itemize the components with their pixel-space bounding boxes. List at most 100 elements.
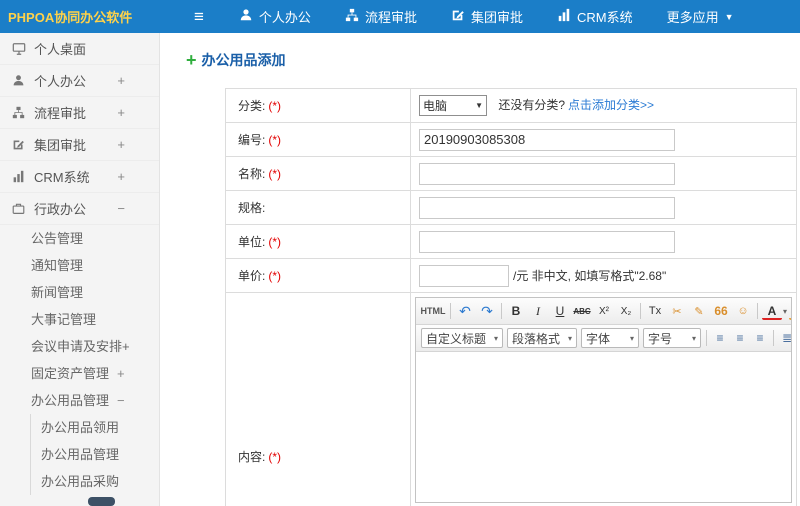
form-row-code: 编号: (*) bbox=[225, 122, 797, 157]
toolbar-separator bbox=[757, 303, 758, 319]
nav-label: 流程审批 bbox=[364, 10, 417, 25]
spec-input[interactable] bbox=[419, 196, 675, 219]
required-mark: (*) bbox=[268, 167, 282, 181]
eraser-icon[interactable]: ✂ bbox=[667, 301, 687, 321]
form-row-content: 内容: (*) HTML ↶ ↷ B I U ABC X² X₂ Tx ✂ ✎ … bbox=[225, 292, 797, 506]
add-category-link[interactable]: 点击添加分类>> bbox=[568, 98, 654, 112]
form-row-unit: 单位: (*) bbox=[225, 224, 797, 259]
toolbar-separator bbox=[640, 303, 641, 319]
bold-icon[interactable]: B bbox=[506, 301, 526, 321]
expand-toggle[interactable]: + bbox=[117, 169, 125, 184]
align-center-icon[interactable]: ≡ bbox=[731, 328, 749, 348]
align-right-icon[interactable]: ≡ bbox=[751, 328, 769, 348]
format-painter-icon[interactable]: ✎ bbox=[689, 301, 709, 321]
sidebar-item-news[interactable]: 新闻管理 bbox=[0, 279, 159, 306]
sidebar-item-label: 个人桌面 bbox=[34, 42, 87, 57]
caret-down-icon: ▾ bbox=[493, 333, 498, 343]
undo-icon[interactable]: ↶ bbox=[455, 301, 475, 321]
caret-down-icon[interactable]: ▾ bbox=[783, 307, 787, 316]
sidebar-item-crm[interactable]: CRM系统 + bbox=[0, 161, 159, 193]
category-hint: 还没有分类? bbox=[498, 97, 566, 112]
sidebar-item-supplies-management[interactable]: 办公用品管理 bbox=[31, 441, 159, 468]
field-label: 编号: bbox=[238, 133, 266, 147]
unit-input[interactable] bbox=[419, 230, 675, 253]
sidebar-item-supplies-requisition[interactable]: 办公用品领用 bbox=[31, 414, 159, 441]
sidebar-item-label: 集团审批 bbox=[34, 138, 87, 153]
custom-title-dropdown[interactable]: 自定义标题 ▾ bbox=[421, 328, 503, 348]
topbar: PHPOA协同办公软件 ≡ 个人办公 流程审批 集团审批 CRM系统 更多应用 … bbox=[0, 0, 800, 33]
nav-more-apps[interactable]: 更多应用 ▼ bbox=[650, 0, 751, 33]
required-mark: (*) bbox=[268, 269, 282, 283]
sidebar-item-group-approval[interactable]: 集团审批 + bbox=[0, 129, 159, 161]
flow-icon bbox=[345, 8, 359, 25]
app-logo[interactable]: PHPOA协同办公软件 bbox=[0, 7, 160, 26]
sidebar-item-fixed-assets[interactable]: 固定资产管理 + bbox=[0, 360, 159, 387]
required-mark: (*) bbox=[268, 133, 282, 147]
page-title-text: 办公用品添加 bbox=[201, 52, 286, 68]
sidebar-item-label: 会议申请及安排+ bbox=[31, 339, 130, 354]
sidebar-item-personal-office[interactable]: 个人办公 + bbox=[0, 65, 159, 97]
editor-content[interactable] bbox=[416, 352, 791, 502]
sidebar-item-memorabilia[interactable]: 大事记管理 bbox=[0, 306, 159, 333]
blockquote-icon[interactable]: 66 bbox=[711, 301, 731, 321]
align-left-icon[interactable]: ≡ bbox=[711, 328, 729, 348]
code-input[interactable] bbox=[419, 128, 675, 151]
sidebar-item-desktop[interactable]: 个人桌面 bbox=[0, 33, 159, 65]
sidebar-item-meetings[interactable]: 会议申请及安排+ bbox=[0, 333, 159, 360]
name-input[interactable] bbox=[419, 162, 675, 185]
collapse-toggle[interactable]: − bbox=[117, 201, 125, 216]
caret-down-icon: ▾ bbox=[567, 333, 572, 343]
font-color-icon[interactable]: A bbox=[762, 304, 782, 320]
ordered-list-icon[interactable]: ≣ bbox=[778, 328, 791, 348]
sidebar-item-label: 行政办公 bbox=[34, 202, 87, 217]
dropdown-label: 段落格式 bbox=[512, 331, 561, 346]
sidebar-item-label: 办公用品管理 bbox=[41, 447, 120, 462]
highlight-color-icon[interactable]: ab bbox=[789, 304, 791, 320]
paragraph-format-dropdown[interactable]: 段落格式 ▾ bbox=[507, 328, 577, 348]
nav-group-approval[interactable]: 集团审批 bbox=[434, 0, 540, 33]
font-family-dropdown[interactable]: 字体 ▾ bbox=[581, 328, 639, 348]
caret-down-icon: ▾ bbox=[691, 333, 696, 343]
strikethrough-icon[interactable]: ABC bbox=[572, 301, 592, 321]
expand-toggle[interactable]: + bbox=[117, 366, 125, 381]
category-select-value: 电脑 bbox=[423, 99, 448, 113]
expand-toggle[interactable]: + bbox=[117, 137, 125, 152]
expand-toggle[interactable]: + bbox=[117, 105, 125, 120]
source-icon[interactable]: HTML bbox=[420, 301, 446, 321]
sidebar-item-flow-approval[interactable]: 流程审批 + bbox=[0, 97, 159, 129]
form-row-category: 分类: (*) 电脑 ▼ 还没有分类? 点击添加分类>> bbox=[225, 88, 797, 123]
nav-label: CRM系统 bbox=[576, 10, 633, 25]
sidebar-item-label: 流程审批 bbox=[34, 106, 87, 121]
sidebar-item-notices[interactable]: 通知管理 bbox=[0, 252, 159, 279]
toolbar-separator bbox=[450, 303, 451, 319]
main-content: + 办公用品添加 分类: (*) 电脑 ▼ 还没有分类? 点击添加分类>> 编号:(… bbox=[160, 33, 800, 506]
font-size-dropdown[interactable]: 字号 ▾ bbox=[643, 328, 701, 348]
page-layout: 个人桌面 个人办公 + 流程审批 + 集团审批 + CRM系统 + 行政办公 − bbox=[0, 33, 800, 506]
italic-icon[interactable]: I bbox=[528, 301, 548, 321]
nav-personal-office[interactable]: 个人办公 bbox=[222, 0, 328, 33]
emotion-icon[interactable]: ☺ bbox=[733, 301, 753, 321]
nav-label: 集团审批 bbox=[470, 10, 523, 25]
sidebar-item-admin-office[interactable]: 行政办公 − bbox=[0, 193, 159, 225]
sidebar-item-label: CRM系统 bbox=[34, 170, 90, 185]
sidebar-item-office-supplies[interactable]: 办公用品管理 − bbox=[0, 387, 159, 414]
expand-toggle[interactable]: + bbox=[117, 73, 125, 88]
menu-toggle-icon[interactable]: ≡ bbox=[194, 8, 204, 25]
subscript-icon[interactable]: X₂ bbox=[616, 301, 636, 321]
sidebar-item-supplies-purchase[interactable]: 办公用品采购 bbox=[31, 468, 159, 495]
remove-format-icon[interactable]: Tx bbox=[645, 301, 665, 321]
rich-text-editor: HTML ↶ ↷ B I U ABC X² X₂ Tx ✂ ✎ 66 ☺ A ▾… bbox=[415, 297, 792, 503]
sidebar-item-announcements[interactable]: 公告管理 bbox=[0, 225, 159, 252]
redo-icon[interactable]: ↷ bbox=[477, 301, 497, 321]
collapse-toggle[interactable]: − bbox=[117, 393, 125, 408]
superscript-icon[interactable]: X² bbox=[594, 301, 614, 321]
nav-flow-approval[interactable]: 流程审批 bbox=[328, 0, 434, 33]
toolbar-separator bbox=[773, 330, 774, 346]
sidebar-item-label: 大事记管理 bbox=[31, 312, 97, 327]
field-label: 内容: bbox=[238, 450, 266, 464]
category-select[interactable]: 电脑 ▼ bbox=[419, 95, 487, 116]
price-input[interactable] bbox=[419, 264, 509, 287]
scrollbar-thumb[interactable] bbox=[88, 497, 115, 506]
nav-crm-system[interactable]: CRM系统 bbox=[540, 0, 650, 33]
underline-icon[interactable]: U bbox=[550, 301, 570, 321]
